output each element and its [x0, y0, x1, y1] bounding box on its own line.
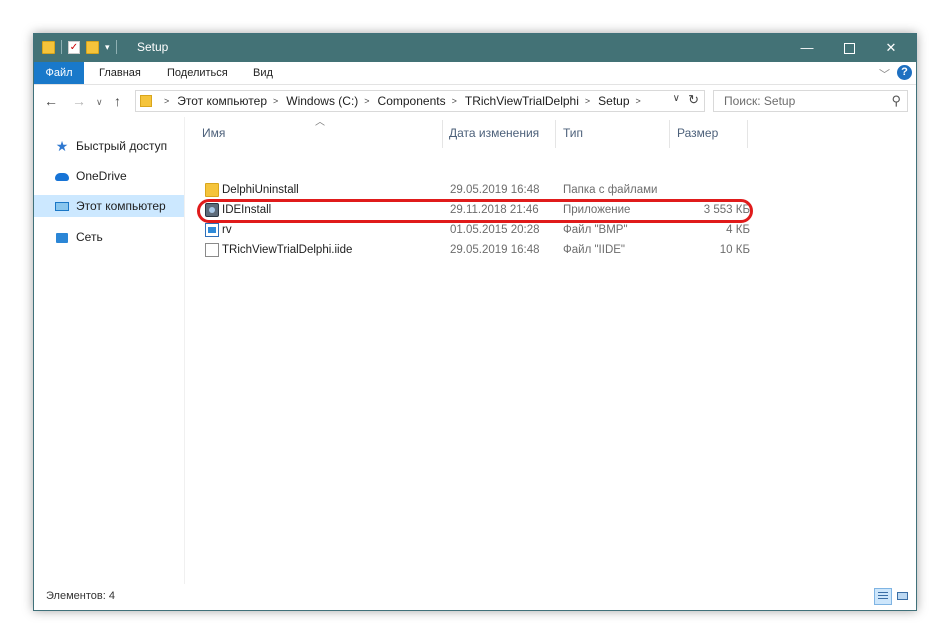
column-header-name[interactable]: Имя: [202, 123, 225, 143]
file-name: rv: [222, 224, 232, 236]
column-separator[interactable]: [669, 120, 670, 148]
separator: [61, 40, 62, 54]
sidebar-item-label: Этот компьютер: [76, 199, 166, 213]
sidebar-item-label: Быстрый доступ: [76, 139, 168, 153]
large-icons-view-icon[interactable]: [894, 588, 912, 605]
tab-file[interactable]: Файл: [34, 62, 84, 84]
quick-access-toolbar: ✓ ▾: [42, 40, 117, 54]
search-input[interactable]: Поиск: Setup ⚲: [713, 90, 908, 112]
close-icon: ✕: [885, 40, 897, 55]
file-name: TRichViewTrialDelphi.iide: [222, 244, 353, 256]
properties-icon[interactable]: ✓: [68, 40, 80, 54]
sort-ascending-icon: ︿: [315, 117, 325, 128]
onedrive-cloud-icon: [54, 165, 70, 187]
new-folder-icon[interactable]: [86, 40, 99, 54]
separator: [115, 40, 117, 54]
refresh-icon[interactable]: ↻: [688, 92, 699, 108]
file-list: ︿ Имя Дата изменения Тип Размер DelphiUn…: [185, 117, 916, 584]
file-type: Файл "BMP": [563, 224, 628, 236]
close-button[interactable]: ✕: [870, 34, 912, 62]
customize-toolbar-icon[interactable]: ▾: [105, 42, 110, 53]
file-type: Файл "IIDE": [563, 244, 625, 256]
file-date: 01.05.2015 20:28: [450, 224, 540, 236]
column-header-size[interactable]: Размер: [677, 123, 718, 143]
minimize-icon: —: [800, 40, 814, 55]
column-header-date[interactable]: Дата изменения: [449, 123, 539, 143]
breadcrumb-setup[interactable]: Setup: [598, 91, 629, 111]
items-count: Элементов: 4: [46, 590, 115, 602]
window-title: Setup: [137, 40, 169, 54]
chevron-right-icon[interactable]: >: [273, 91, 278, 111]
file-date: 29.05.2019 16:48: [450, 184, 540, 196]
chevron-right-icon[interactable]: >: [364, 91, 369, 111]
sidebar-item-onedrive[interactable]: OneDrive: [34, 165, 184, 187]
forward-arrow-icon[interactable]: →: [72, 93, 86, 109]
sidebar-item-label: OneDrive: [76, 169, 127, 183]
bitmap-file-icon: [205, 223, 219, 237]
file-type: Папка с файлами: [563, 184, 658, 196]
highlight-annotation-ring: [197, 199, 753, 223]
title-bar: ✓ ▾ Setup — ✕: [34, 34, 916, 62]
breadcrumb-trichviewtrialdelphi[interactable]: TRichViewTrialDelphi: [465, 91, 579, 111]
chevron-right-icon[interactable]: >: [585, 91, 590, 111]
breadcrumb-windows-c[interactable]: Windows (C:): [286, 91, 358, 111]
file-explorer-window: ✓ ▾ Setup — ✕ Файл Главная Поделиться Ви…: [33, 33, 917, 611]
file-row[interactable]: DelphiUninstall 29.05.2019 16:48 Папка с…: [195, 180, 755, 200]
back-arrow-icon[interactable]: ←: [44, 93, 58, 109]
sidebar-item-network[interactable]: Сеть: [34, 226, 184, 248]
sidebar-item-quick-access[interactable]: ★ Быстрый доступ: [34, 135, 184, 157]
recent-locations-chevron-icon[interactable]: ∨: [96, 97, 103, 108]
chevron-right-icon[interactable]: >: [636, 91, 641, 111]
maximize-icon: [843, 43, 855, 55]
status-bar: Элементов: 4: [34, 584, 916, 610]
file-row[interactable]: rv 01.05.2015 20:28 Файл "BMP" 4 КБ: [195, 220, 755, 240]
details-view-icon[interactable]: [874, 588, 892, 605]
file-name: DelphiUninstall: [222, 184, 299, 196]
ribbon-tabs: Файл Главная Поделиться Вид ﹀ ?: [34, 62, 916, 85]
breadcrumb-components[interactable]: Components: [378, 91, 446, 111]
sidebar-item-this-pc[interactable]: Этот компьютер: [34, 195, 184, 217]
chevron-right-icon[interactable]: >: [452, 91, 457, 111]
folder-icon: [205, 183, 219, 197]
search-icon[interactable]: ⚲: [891, 93, 901, 109]
column-separator[interactable]: [555, 120, 556, 148]
column-header-type[interactable]: Тип: [563, 123, 583, 143]
breadcrumb: > Этот компьютер > Windows (C:) > Compon…: [158, 91, 649, 111]
tab-share[interactable]: Поделиться: [167, 62, 228, 84]
address-bar[interactable]: > Этот компьютер > Windows (C:) > Compon…: [135, 90, 705, 112]
tab-home[interactable]: Главная: [99, 62, 141, 84]
navigation-bar: ← → ∨ ↑ > Этот компьютер > Windows (C:) …: [34, 85, 916, 117]
star-icon: ★: [55, 138, 69, 154]
tab-view[interactable]: Вид: [253, 62, 273, 84]
document-icon: [205, 243, 219, 257]
navigation-pane: ★ Быстрый доступ OneDrive Этот компьютер…: [34, 117, 185, 584]
sidebar-item-label: Сеть: [76, 230, 103, 244]
search-placeholder: Поиск: Setup: [724, 94, 796, 108]
computer-icon: [54, 195, 70, 217]
file-size: 10 КБ: [719, 244, 750, 256]
up-arrow-icon[interactable]: ↑: [114, 93, 121, 109]
folder-icon: [140, 95, 152, 107]
file-row[interactable]: TRichViewTrialDelphi.iide 29.05.2019 16:…: [195, 240, 755, 260]
breadcrumb-this-pc[interactable]: Этот компьютер: [177, 91, 267, 111]
network-icon: [54, 226, 70, 248]
minimize-button[interactable]: —: [786, 34, 828, 62]
expand-ribbon-icon[interactable]: ﹀: [879, 66, 890, 82]
chevron-right-icon[interactable]: >: [164, 91, 169, 111]
file-date: 29.05.2019 16:48: [450, 244, 540, 256]
column-separator[interactable]: [442, 120, 443, 148]
help-icon[interactable]: ?: [897, 65, 912, 80]
chevron-down-icon[interactable]: ∨: [673, 93, 680, 104]
maximize-button[interactable]: [828, 34, 870, 62]
folder-icon[interactable]: [42, 40, 55, 54]
file-size: 4 КБ: [726, 224, 750, 236]
column-separator[interactable]: [747, 120, 748, 148]
